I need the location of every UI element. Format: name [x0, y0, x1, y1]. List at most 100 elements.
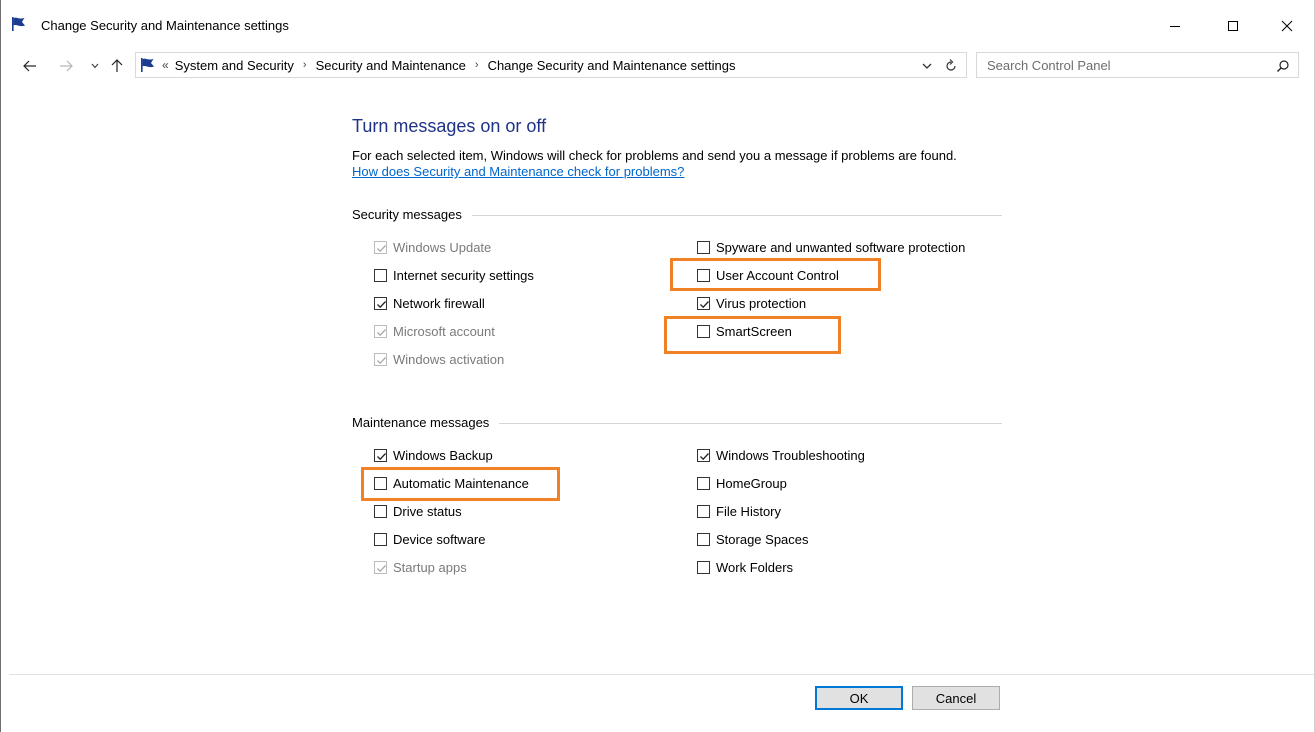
- checkbox-label: User Account Control: [716, 267, 839, 283]
- flag-icon: [12, 17, 25, 31]
- chevron-down-icon: [91, 63, 99, 69]
- checkbox-box[interactable]: [374, 448, 387, 462]
- checkbox-label: Drive status: [393, 503, 462, 519]
- checkbox-box[interactable]: [697, 448, 710, 462]
- maintenance-messages-label: Maintenance messages: [352, 414, 490, 430]
- checkbox-box[interactable]: [697, 240, 710, 254]
- checkbox-box[interactable]: [374, 504, 387, 518]
- checkbox-box[interactable]: [697, 476, 710, 490]
- footer-divider: [9, 674, 1314, 675]
- checkbox-box: [374, 352, 387, 366]
- minimize-button[interactable]: [1155, 10, 1195, 42]
- checkbox-box[interactable]: [697, 504, 710, 518]
- checkbox-label: Startup apps: [393, 559, 467, 575]
- flag-icon: [141, 58, 154, 72]
- breadcrumb-separator[interactable]: ›: [475, 59, 479, 71]
- address-bar[interactable]: « System and Security › Security and Mai…: [135, 52, 967, 78]
- checkbox-work-folders[interactable]: Work Folders: [697, 558, 793, 576]
- breadcrumb-security-and-maintenance[interactable]: Security and Maintenance: [316, 58, 466, 73]
- address-dropdown-icon[interactable]: [920, 59, 934, 73]
- close-icon: [1281, 20, 1293, 32]
- cancel-button[interactable]: Cancel: [912, 686, 1000, 710]
- checkbox-windows-backup[interactable]: Windows Backup: [374, 446, 493, 464]
- checkbox-spyware-and-unwanted-software-protection[interactable]: Spyware and unwanted software protection: [697, 238, 965, 256]
- checkbox-box[interactable]: [374, 268, 387, 282]
- maintenance-messages-header: Maintenance messages: [352, 414, 1002, 430]
- checkbox-network-firewall[interactable]: Network firewall: [374, 294, 485, 312]
- window: Change Security and Maintenance settings: [0, 0, 1315, 732]
- checkbox-label: Microsoft account: [393, 323, 495, 339]
- checkbox-box[interactable]: [697, 532, 710, 546]
- checkbox-box[interactable]: [697, 324, 710, 338]
- checkbox-label: Spyware and unwanted software protection: [716, 239, 966, 255]
- refresh-icon[interactable]: [942, 57, 960, 75]
- checkbox-label: Storage Spaces: [716, 531, 809, 547]
- checkbox-label: File History: [716, 503, 782, 519]
- checkbox-box[interactable]: [697, 268, 710, 282]
- back-arrow-icon: [23, 60, 36, 72]
- close-button[interactable]: [1267, 10, 1307, 42]
- forward-button[interactable]: [57, 57, 75, 75]
- checkbox-storage-spaces[interactable]: Storage Spaces: [697, 530, 809, 548]
- checkbox-startup-apps: Startup apps: [374, 558, 467, 576]
- checkbox-box[interactable]: [374, 532, 387, 546]
- checkmark-icon: [377, 564, 386, 572]
- divider: [471, 214, 1002, 216]
- search-icon[interactable]: [1276, 59, 1290, 73]
- checkbox-windows-update: Windows Update: [374, 238, 491, 256]
- checkmark-icon: [377, 356, 386, 364]
- maximize-icon: [1228, 21, 1238, 31]
- checkbox-label: Internet security settings: [393, 267, 534, 283]
- checkbox-homegroup[interactable]: HomeGroup: [697, 474, 787, 492]
- checkbox-box[interactable]: [697, 296, 710, 310]
- divider: [499, 422, 1002, 424]
- page-description: For each selected item, Windows will che…: [352, 148, 957, 163]
- ok-button[interactable]: OK: [815, 686, 903, 710]
- address-row: « System and Security › Security and Mai…: [1, 52, 1314, 80]
- minimize-icon: [1170, 26, 1180, 27]
- checkbox-windows-activation: Windows activation: [374, 350, 504, 368]
- checkbox-label: Automatic Maintenance: [393, 475, 529, 491]
- checkbox-box: [374, 560, 387, 574]
- checkmark-icon: [700, 300, 709, 308]
- checkbox-windows-troubleshooting[interactable]: Windows Troubleshooting: [697, 446, 865, 464]
- checkbox-label: SmartScreen: [716, 323, 792, 339]
- checkbox-box[interactable]: [374, 476, 387, 490]
- checkmark-icon: [700, 452, 709, 460]
- window-title: Change Security and Maintenance settings: [41, 18, 289, 33]
- checkbox-automatic-maintenance[interactable]: Automatic Maintenance: [374, 474, 529, 492]
- search-input[interactable]: [977, 53, 1267, 77]
- checkbox-user-account-control[interactable]: User Account Control: [697, 266, 839, 284]
- back-button[interactable]: [21, 57, 39, 75]
- checkbox-internet-security-settings[interactable]: Internet security settings: [374, 266, 534, 284]
- checkbox-box[interactable]: [697, 560, 710, 574]
- checkbox-virus-protection[interactable]: Virus protection: [697, 294, 806, 312]
- checkbox-smartscreen[interactable]: SmartScreen: [697, 322, 792, 340]
- checkbox-label: HomeGroup: [716, 475, 787, 491]
- checkmark-icon: [377, 452, 386, 460]
- up-button[interactable]: [108, 57, 126, 75]
- checkmark-icon: [377, 300, 386, 308]
- checkmark-icon: [377, 328, 386, 336]
- maximize-button[interactable]: [1213, 10, 1253, 42]
- breadcrumb-overflow[interactable]: «: [162, 58, 169, 72]
- checkbox-label: Network firewall: [393, 295, 485, 311]
- checkbox-label: Windows activation: [393, 351, 505, 367]
- checkbox-drive-status[interactable]: Drive status: [374, 502, 462, 520]
- checkbox-file-history[interactable]: File History: [697, 502, 781, 520]
- recent-locations-button[interactable]: [86, 57, 104, 75]
- help-link[interactable]: How does Security and Maintenance check …: [352, 164, 684, 179]
- checkmark-icon: [377, 244, 386, 252]
- checkbox-label: Windows Troubleshooting: [716, 447, 865, 463]
- checkbox-label: Work Folders: [716, 559, 794, 575]
- title-bar: Change Security and Maintenance settings: [1, 0, 1314, 52]
- checkbox-microsoft-account: Microsoft account: [374, 322, 495, 340]
- breadcrumb-separator[interactable]: ›: [303, 59, 307, 71]
- security-messages-label: Security messages: [352, 206, 462, 222]
- security-messages-header: Security messages: [352, 206, 1002, 222]
- checkbox-device-software[interactable]: Device software: [374, 530, 485, 548]
- checkbox-box[interactable]: [374, 296, 387, 310]
- breadcrumb-system-and-security[interactable]: System and Security: [175, 58, 294, 73]
- breadcrumb-current[interactable]: Change Security and Maintenance settings: [488, 58, 736, 73]
- search-box[interactable]: [976, 52, 1299, 78]
